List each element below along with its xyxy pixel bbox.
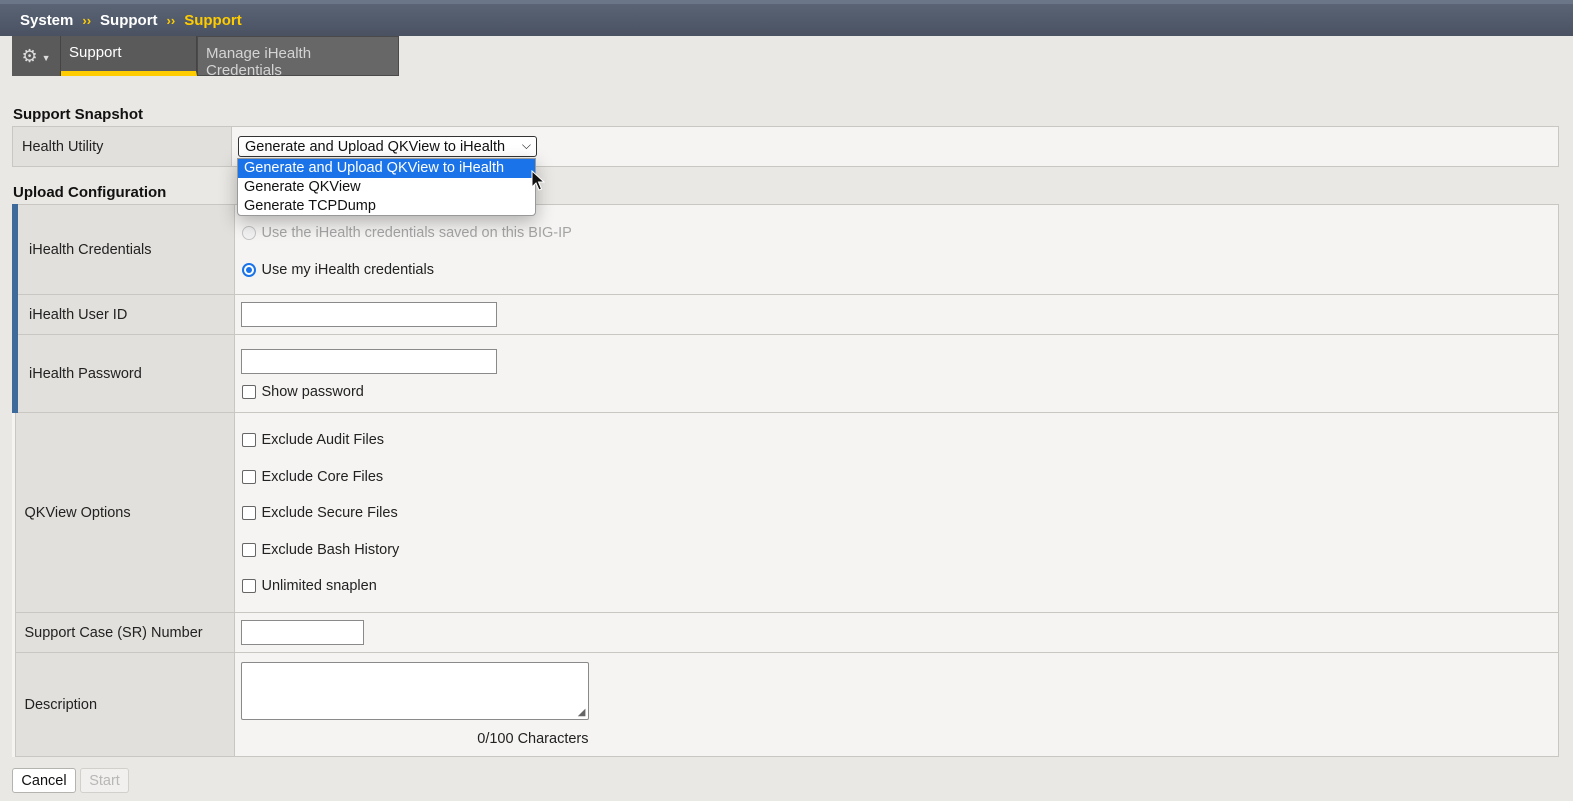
qkview-option-exclude-secure[interactable]: Exclude Secure Files	[235, 505, 1559, 521]
qkview-option-exclude-core[interactable]: Exclude Core Files	[235, 469, 1559, 485]
mouse-cursor-icon	[531, 170, 545, 191]
qkview-option-unlimited-snaplen[interactable]: Unlimited snaplen	[235, 578, 1559, 594]
description-label: Description	[14, 652, 235, 757]
breadcrumb-system[interactable]: System	[20, 12, 73, 29]
health-utility-dropdown: Generate and Upload QKView to iHealth Ge…	[237, 158, 536, 216]
qkview-option-label: Exclude Bash History	[261, 541, 400, 558]
dropdown-option[interactable]: Generate QKView	[238, 178, 535, 197]
show-password-label: Show password	[261, 383, 364, 400]
cancel-button[interactable]: Cancel	[12, 768, 76, 793]
tab-manage-ihealth-credentials[interactable]: Manage iHealth Credentials	[197, 36, 399, 79]
upload-configuration-title: Upload Configuration	[13, 184, 167, 201]
qkview-option-exclude-audit[interactable]: Exclude Audit Files	[235, 432, 1559, 448]
ihealth-password-label: iHealth Password	[12, 334, 235, 413]
tab-bar: ⚙ ▼ Support Manage iHealth Credentials	[12, 36, 399, 79]
settings-menu-button[interactable]: ⚙ ▼	[12, 36, 61, 76]
qkview-options-label: QKView Options	[14, 412, 235, 613]
support-case-number-label: Support Case (SR) Number	[14, 612, 235, 653]
exclude-core-files-checkbox[interactable]	[241, 469, 256, 484]
dropdown-option[interactable]: Generate TCPDump	[238, 197, 535, 216]
show-password-option[interactable]: Show password	[235, 384, 1559, 400]
ihealth-user-id-label: iHealth User ID	[12, 294, 235, 335]
support-case-number-input[interactable]	[240, 620, 364, 645]
description-textarea[interactable]: ◢	[240, 662, 589, 720]
upload-configuration-table: iHealth Credentials Use the iHealth cred…	[12, 204, 1559, 757]
resize-grip-icon[interactable]: ◢	[578, 707, 586, 718]
ihealth-password-input[interactable]	[240, 348, 497, 374]
ihealth-user-id-input[interactable]	[240, 302, 497, 327]
breadcrumb-support[interactable]: Support	[100, 12, 158, 29]
qkview-option-label: Unlimited snaplen	[261, 577, 377, 594]
exclude-bash-history-checkbox[interactable]	[241, 542, 256, 557]
health-utility-select[interactable]: Generate and Upload QKView to iHealth ⌵	[238, 136, 537, 157]
health-utility-label: Health Utility	[12, 126, 232, 167]
breadcrumb: System ›› Support ›› Support	[0, 0, 1573, 36]
credential-option-label: Use the iHealth credentials saved on thi…	[261, 225, 572, 241]
chevron-down-icon: ⌵	[521, 138, 531, 152]
unlimited-snaplen-checkbox[interactable]	[241, 578, 256, 593]
credential-option-label: Use my iHealth credentials	[261, 262, 434, 278]
gear-icon: ⚙	[21, 45, 38, 66]
qkview-option-label: Exclude Audit Files	[261, 431, 385, 448]
caret-down-icon: ▼	[41, 52, 51, 63]
credential-option-saved[interactable]: Use the iHealth credentials saved on thi…	[235, 225, 1559, 241]
start-button[interactable]: Start	[80, 768, 129, 793]
radio-saved-credentials[interactable]	[241, 226, 256, 240]
support-snapshot-title: Support Snapshot	[13, 106, 143, 123]
health-utility-selected-value: Generate and Upload QKView to iHealth	[245, 138, 506, 155]
qkview-option-label: Exclude Core Files	[261, 468, 384, 485]
exclude-audit-files-checkbox[interactable]	[241, 432, 256, 447]
radio-my-credentials[interactable]	[241, 263, 256, 277]
breadcrumb-separator: ››	[82, 12, 92, 28]
character-count: 0/100 Characters	[477, 731, 589, 747]
tab-support[interactable]: Support	[61, 36, 197, 76]
ihealth-credentials-label: iHealth Credentials	[12, 204, 235, 295]
breadcrumb-separator: ››	[166, 12, 176, 28]
breadcrumb-current: Support	[184, 11, 242, 29]
credential-option-mine[interactable]: Use my iHealth credentials	[235, 262, 1559, 278]
qkview-option-exclude-bash[interactable]: Exclude Bash History	[235, 542, 1559, 558]
dropdown-option[interactable]: Generate and Upload QKView to iHealth	[238, 159, 535, 178]
qkview-option-label: Exclude Secure Files	[261, 504, 398, 521]
exclude-secure-files-checkbox[interactable]	[241, 505, 256, 520]
show-password-checkbox[interactable]	[241, 384, 256, 399]
